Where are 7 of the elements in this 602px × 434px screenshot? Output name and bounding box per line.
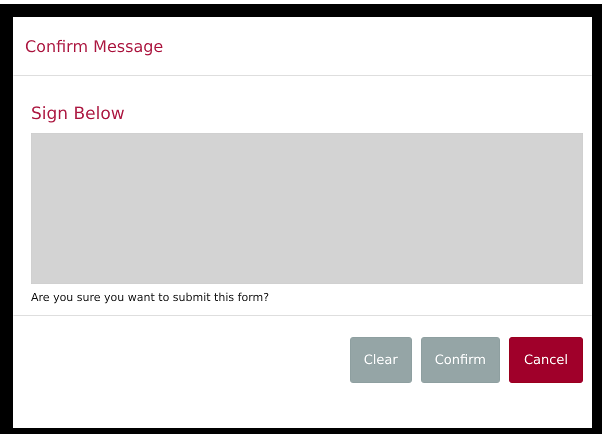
dialog-title: Confirm Message (25, 36, 164, 56)
signature-pad[interactable] (31, 133, 583, 284)
confirm-message: Are you sure you want to submit this form? (31, 291, 270, 304)
dialog-button[interactable]: Confirm (420, 337, 500, 383)
dialog-button[interactable]: Cancel (508, 337, 583, 383)
signature-label: Sign Below (31, 104, 126, 124)
dialog-button[interactable]: Clear (350, 337, 412, 383)
